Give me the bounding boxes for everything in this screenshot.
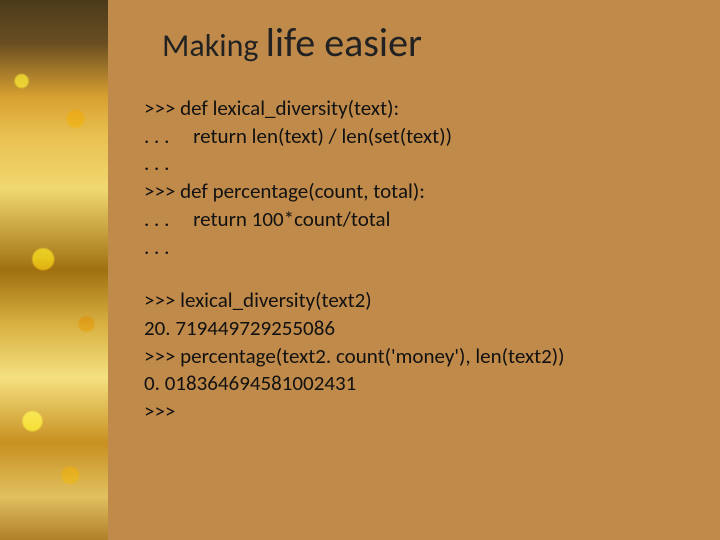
code-line: >>> percentage(text2. count('money'), le… — [144, 343, 565, 369]
code-line: . . . — [144, 234, 169, 260]
decorative-leaf-sidebar — [0, 0, 108, 540]
code-block-calls: >>> lexical_diversity(text2) 20. 7194497… — [144, 287, 680, 426]
code-line: >>> def percentage(count, total): — [144, 178, 425, 204]
code-line: >>> lexical_diversity(text2) — [144, 287, 372, 313]
title-part-1: Making — [162, 26, 266, 65]
slide-title: Making life easier — [162, 18, 680, 67]
code-block-definitions: >>> def lexical_diversity(text): . . . r… — [144, 95, 680, 261]
code-line: 0. 018364694581002431 — [144, 370, 356, 396]
title-part-2: life easier — [266, 18, 422, 67]
code-line: >>> — [144, 398, 175, 424]
code-line: . . . return len(text) / len(set(text)) — [144, 123, 452, 149]
code-line: . . . return 100*count/total — [144, 206, 390, 232]
code-line: >>> def lexical_diversity(text): — [144, 95, 399, 121]
slide-content: Making life easier >>> def lexical_diver… — [108, 0, 720, 540]
code-line: 20. 719449729255086 — [144, 315, 335, 341]
code-line: . . . — [144, 150, 169, 176]
